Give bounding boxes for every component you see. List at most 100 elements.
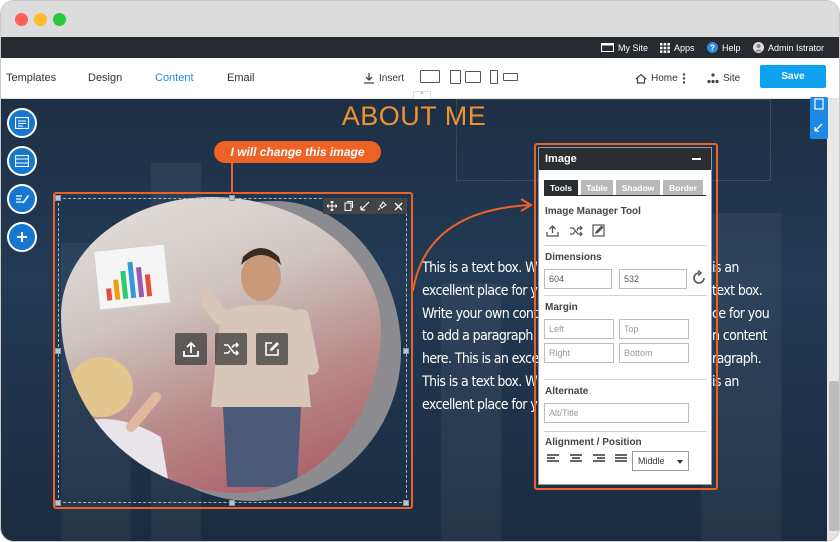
- align-justify-icon[interactable]: [615, 454, 627, 464]
- help-link[interactable]: ? Help: [707, 37, 741, 58]
- apps-link[interactable]: Apps: [660, 37, 695, 58]
- tab-templates[interactable]: Templates: [6, 72, 56, 84]
- tablet-landscape-icon[interactable]: [465, 71, 481, 83]
- section-divider: [544, 295, 707, 296]
- desktop-view-icon[interactable]: [420, 70, 440, 83]
- plus-icon: [17, 232, 27, 242]
- help-icon: ?: [707, 42, 718, 53]
- move-icon[interactable]: [326, 201, 337, 211]
- phone-landscape-icon[interactable]: [503, 73, 518, 81]
- page-icon: [814, 98, 824, 132]
- tab-underline: [544, 195, 706, 196]
- margin-right-input[interactable]: Right: [544, 343, 614, 363]
- monitor-icon: [601, 42, 614, 52]
- home-icon: [635, 73, 647, 84]
- svg-text:?: ?: [710, 44, 715, 53]
- image-settings-panel: Image Tools Table Shadow Border Image Ma…: [538, 147, 712, 485]
- callout-connector: [231, 163, 233, 193]
- reset-icon[interactable]: [691, 270, 707, 286]
- text-line-tail: text box.: [712, 282, 763, 299]
- maximize-window-dot[interactable]: [53, 13, 66, 26]
- replace-image-button[interactable]: [215, 333, 247, 365]
- section-tool-button[interactable]: [7, 146, 37, 176]
- tab-table[interactable]: Table: [581, 180, 613, 195]
- page-title[interactable]: ABOUT ME: [331, 101, 497, 132]
- more-vertical-icon[interactable]: [682, 72, 686, 84]
- panel-title: Image: [545, 153, 577, 165]
- tab-design[interactable]: Design: [88, 72, 122, 84]
- site-label: Site: [723, 72, 741, 84]
- add-element-button[interactable]: [7, 222, 37, 252]
- edit-icon[interactable]: [592, 224, 605, 237]
- collapse-toolbar-tab[interactable]: ^: [413, 91, 431, 99]
- edit-text-tool-button[interactable]: [7, 184, 37, 214]
- copy-icon[interactable]: [344, 201, 353, 211]
- user-menu[interactable]: Admin Istrator: [753, 37, 824, 58]
- tab-email[interactable]: Email: [227, 72, 255, 84]
- upload-icon: [183, 341, 199, 357]
- panel-header[interactable]: Image: [539, 148, 711, 170]
- height-input[interactable]: 532: [619, 269, 687, 289]
- minimize-panel-icon[interactable]: [692, 158, 701, 160]
- save-button[interactable]: Save: [760, 65, 826, 88]
- site-menu[interactable]: Site: [707, 68, 740, 88]
- annotation-callout: I will change this image: [214, 141, 381, 163]
- text-line-tail: n content: [712, 328, 767, 345]
- layout-tool-button[interactable]: [7, 108, 37, 138]
- width-input[interactable]: 604: [544, 269, 612, 289]
- phone-portrait-icon[interactable]: [490, 70, 498, 84]
- resize-handle-right[interactable]: [403, 348, 409, 354]
- align-right-icon[interactable]: [593, 454, 605, 464]
- layout-icon: [15, 117, 29, 129]
- text-line: This is a text box. W: [422, 373, 538, 390]
- upload-icon[interactable]: [546, 224, 559, 237]
- section-divider: [544, 431, 707, 432]
- text-line: here. This is an exce: [422, 351, 539, 368]
- tablet-portrait-icon[interactable]: [450, 70, 461, 84]
- dimensions-label: Dimensions: [545, 252, 602, 263]
- upload-image-button[interactable]: [175, 333, 207, 365]
- apps-label: Apps: [674, 42, 695, 53]
- tab-tools[interactable]: Tools: [544, 180, 578, 195]
- resize-diagonal-icon[interactable]: [360, 201, 370, 211]
- text-line-tail: ce for you: [712, 305, 770, 322]
- resize-handle-top[interactable]: [229, 195, 235, 201]
- section-divider: [544, 379, 707, 380]
- resize-handle-bottom[interactable]: [229, 500, 235, 506]
- pin-icon[interactable]: [377, 201, 388, 211]
- position-select-value: Middle: [638, 456, 665, 466]
- minimize-window-dot[interactable]: [34, 13, 47, 26]
- margin-top-input[interactable]: Top: [619, 319, 689, 339]
- margin-bottom-input[interactable]: Bottom: [619, 343, 689, 363]
- shuffle-icon: [224, 342, 240, 356]
- tab-shadow[interactable]: Shadow: [616, 180, 660, 195]
- scrollbar-thumb[interactable]: [829, 381, 839, 531]
- admin-top-bar: My Site Apps ? Help Admin Istrator: [1, 37, 839, 58]
- tab-border[interactable]: Border: [663, 180, 703, 195]
- edit-image-button[interactable]: [256, 333, 288, 365]
- home-page-selector[interactable]: Home: [635, 68, 686, 88]
- resize-handle-bottom-left[interactable]: [55, 500, 61, 506]
- tab-content[interactable]: Content: [155, 72, 194, 84]
- close-window-dot[interactable]: [15, 13, 28, 26]
- align-center-icon[interactable]: [570, 454, 582, 464]
- resize-handle-top-left[interactable]: [55, 195, 61, 201]
- user-name: Admin Istrator: [768, 42, 825, 53]
- avatar: [753, 42, 764, 53]
- resize-handle-bottom-right[interactable]: [403, 500, 409, 506]
- insert-button[interactable]: Insert: [363, 68, 404, 88]
- my-site-link[interactable]: My Site: [601, 37, 648, 58]
- section-divider: [544, 245, 707, 246]
- margin-label: Margin: [545, 302, 578, 313]
- shuffle-icon[interactable]: [569, 224, 583, 237]
- position-select[interactable]: Middle: [632, 451, 689, 471]
- edit-lines-icon: [15, 195, 29, 204]
- chevron-down-icon: [677, 460, 683, 464]
- alt-title-input[interactable]: Alt/Title: [544, 403, 689, 423]
- download-icon: [364, 73, 374, 84]
- margin-left-input[interactable]: Left: [544, 319, 614, 339]
- right-side-tool-tab[interactable]: [810, 97, 828, 139]
- align-left-icon[interactable]: [547, 454, 559, 464]
- resize-handle-left[interactable]: [55, 348, 61, 354]
- sitemap-icon: [707, 72, 719, 83]
